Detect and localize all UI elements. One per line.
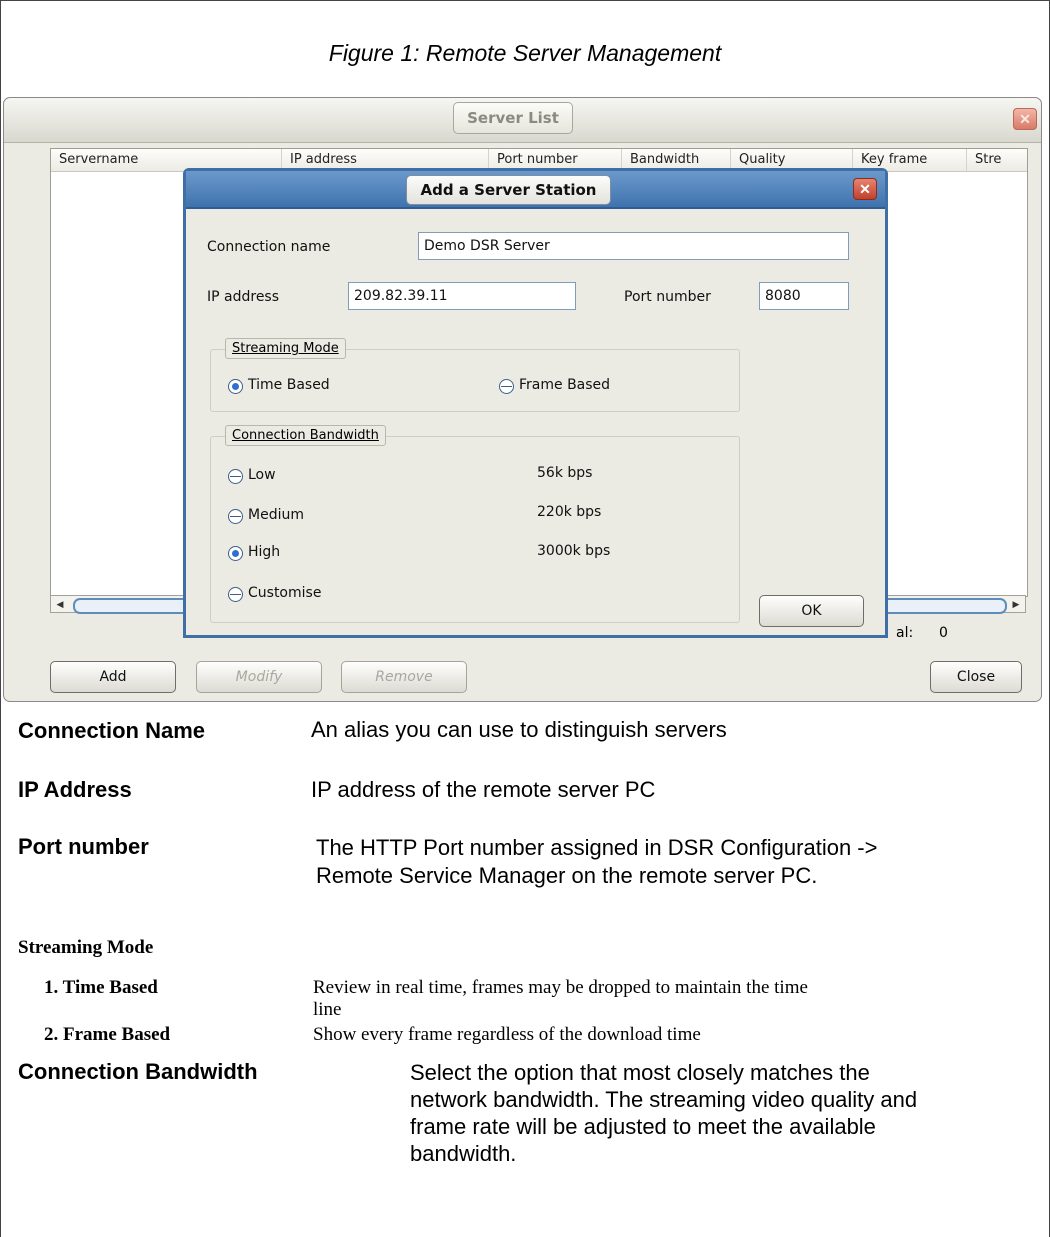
close-button[interactable]: Close [930, 661, 1022, 693]
high-rate: 3000k bps [537, 543, 611, 559]
def-time-based-desc-line2: line [313, 999, 342, 1020]
low-radio[interactable] [228, 469, 243, 484]
def-connection-bandwidth-desc-line2: network bandwidth. The streaming video q… [410, 1087, 918, 1112]
def-time-based-term: 1. Time Based [44, 977, 158, 998]
def-streaming-mode-heading: Streaming Mode [18, 937, 154, 958]
connection-name-label: Connection name [207, 239, 331, 255]
def-time-based-desc-line1: Review in real time, frames may be dropp… [313, 977, 808, 998]
connection-bandwidth-legend: Connection Bandwidth [225, 425, 386, 446]
modify-button[interactable]: Modify [196, 661, 322, 693]
def-frame-based-term: 2. Frame Based [44, 1024, 171, 1045]
def-connection-name-desc: An alias you can use to distinguish serv… [311, 717, 727, 742]
low-rate: 56k bps [537, 465, 593, 481]
def-connection-name-term: Connection Name [18, 718, 206, 743]
high-radio[interactable] [228, 546, 243, 561]
medium-radio[interactable] [228, 509, 243, 524]
def-port-number-desc-line1: The HTTP Port number assigned in DSR Con… [316, 835, 878, 860]
scroll-left-icon[interactable]: ◀ [52, 597, 68, 611]
def-port-number-term: Port number [18, 834, 149, 859]
server-list-title: Server List [453, 102, 573, 134]
frame-based-radio[interactable] [499, 379, 514, 394]
def-connection-bandwidth-desc-line4: bandwidth. [410, 1141, 517, 1166]
customise-radio[interactable] [228, 587, 243, 602]
frame-based-label: Frame Based [519, 377, 611, 393]
high-label: High [248, 544, 281, 560]
def-connection-bandwidth-desc-line3: frame rate will be adjusted to meet the … [410, 1114, 876, 1139]
add-button[interactable]: Add [50, 661, 176, 693]
dialog-titlebar: Add a Server Station ✕ [186, 171, 885, 209]
time-based-radio[interactable] [228, 379, 243, 394]
def-ip-address-desc: IP address of the remote server PC [311, 777, 656, 802]
column-header-stream[interactable]: Stre [967, 149, 1027, 171]
ip-address-label: IP address [207, 289, 280, 305]
close-icon[interactable]: ✕ [1013, 108, 1037, 130]
def-connection-bandwidth-desc-line1: Select the option that most closely matc… [410, 1060, 870, 1085]
close-icon[interactable]: ✕ [853, 178, 877, 200]
def-frame-based-desc: Show every frame regardless of the downl… [313, 1024, 701, 1045]
def-connection-bandwidth-term: Connection Bandwidth [18, 1059, 258, 1084]
total-value: 0 [939, 625, 948, 641]
scroll-right-icon[interactable]: ▶ [1008, 597, 1024, 611]
time-based-label: Time Based [248, 377, 330, 393]
dialog-title: Add a Server Station [406, 175, 611, 205]
total-label: al: [896, 625, 914, 641]
ip-address-field[interactable]: 209.82.39.11 [348, 282, 576, 310]
figure-caption: Figure 1: Remote Server Management [328, 40, 722, 66]
low-label: Low [248, 467, 276, 483]
def-port-number-desc-line2: Remote Service Manager on the remote ser… [316, 863, 818, 888]
connection-name-field[interactable]: Demo DSR Server [418, 232, 849, 260]
customise-label: Customise [248, 585, 322, 601]
medium-rate: 220k bps [537, 504, 602, 520]
server-list-titlebar: Server List ✕ [4, 98, 1041, 143]
ok-button[interactable]: OK [759, 595, 864, 627]
def-ip-address-term: IP Address [18, 777, 132, 802]
streaming-mode-legend: Streaming Mode [225, 338, 346, 359]
medium-label: Medium [248, 507, 304, 523]
add-server-dialog: Add a Server Station ✕ Connection name D… [183, 168, 888, 638]
port-number-label: Port number [624, 289, 711, 305]
port-number-field[interactable]: 8080 [759, 282, 849, 310]
remove-button[interactable]: Remove [341, 661, 467, 693]
